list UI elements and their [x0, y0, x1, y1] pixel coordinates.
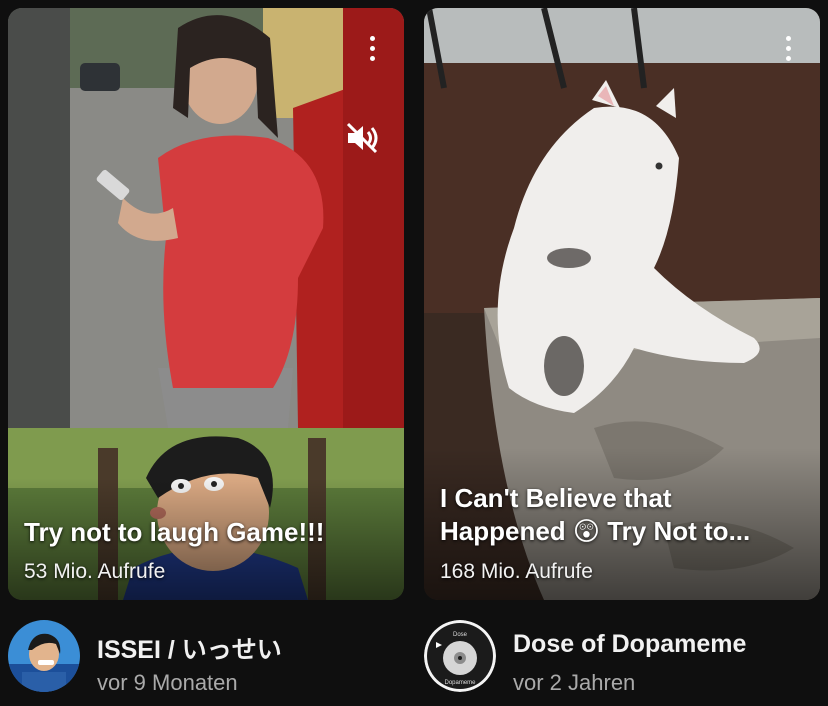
short-card-2[interactable]: I Can't Believe that Happened 😲 Try Not …: [424, 8, 820, 695]
video-title: Try not to laugh Game!!!: [24, 517, 325, 547]
thumbnail-image: [8, 8, 404, 600]
short-card-1[interactable]: Try not to laugh Game!!! 53 Mio. Aufrufe…: [8, 8, 404, 695]
more-vert-icon[interactable]: [776, 30, 800, 66]
view-count: 53 Mio. Aufrufe: [24, 560, 166, 583]
channel-name[interactable]: Dose of Dopameme: [513, 630, 746, 659]
video-title: I Can't Believe that Happened 😲 Try Not …: [440, 482, 804, 548]
video-thumbnail[interactable]: I Can't Believe that Happened 😲 Try Not …: [424, 8, 820, 600]
channel-avatar[interactable]: [8, 620, 80, 692]
video-title-line-1: I Can't Believe that: [440, 483, 672, 513]
published-time: vor 2 Jahren: [513, 670, 636, 695]
video-thumbnail[interactable]: Try not to laugh Game!!! 53 Mio. Aufrufe: [8, 8, 404, 600]
volume-off-icon[interactable]: [342, 118, 382, 158]
avatar-text-top: Dose: [453, 632, 468, 638]
view-count: 168 Mio. Aufrufe: [440, 560, 593, 583]
avatar-text-bottom: Dopameme: [444, 680, 476, 686]
channel-avatar[interactable]: Dose Dopameme: [424, 620, 496, 692]
video-title-line-2: Happened 😲 Try Not to...: [440, 516, 751, 546]
more-vert-icon[interactable]: [360, 30, 384, 66]
published-time: vor 9 Monaten: [97, 670, 238, 695]
video-meta: Dose Dopameme Dose of Dopameme vor 2 Jah…: [424, 620, 820, 700]
channel-name[interactable]: ISSEI / いっせい: [97, 630, 282, 666]
video-meta: ISSEI / いっせい vor 9 Monaten: [8, 620, 404, 700]
